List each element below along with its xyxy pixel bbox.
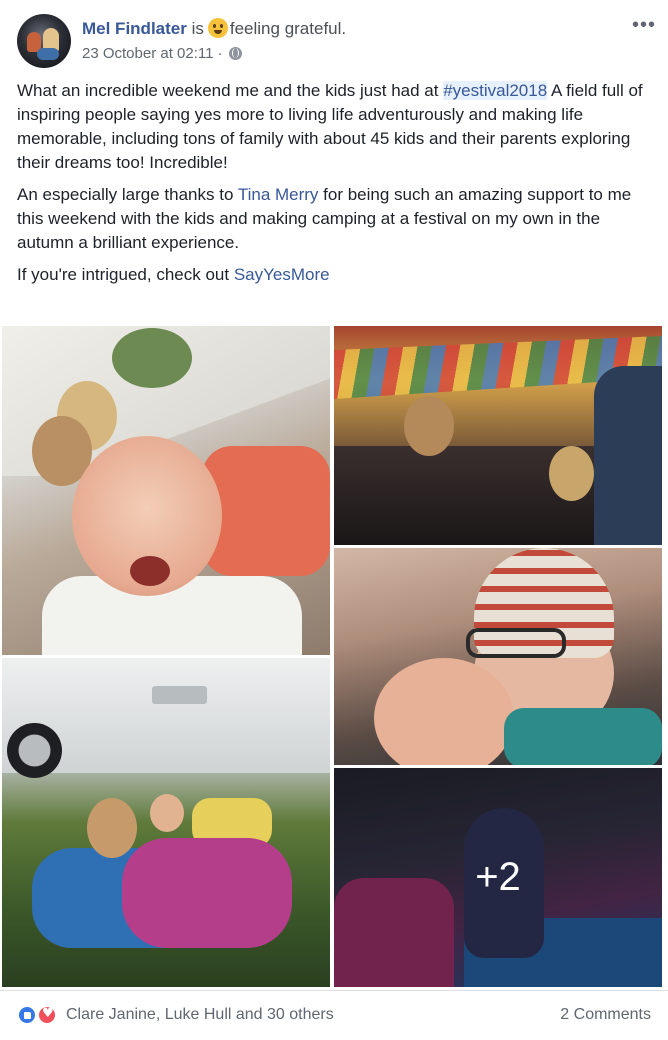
post-paragraph: If you're intrigued, check out SayYesMor… — [17, 263, 657, 287]
hashtag-link[interactable]: #yestival2018 — [443, 81, 548, 100]
avatar-figure — [37, 48, 59, 60]
photo-selfie-with-baby[interactable] — [334, 548, 662, 765]
child-shape — [150, 794, 184, 832]
grateful-emoji-icon — [207, 18, 228, 38]
post-paragraph: What an incredible weekend me and the ki… — [17, 79, 657, 175]
wheel-shape — [7, 723, 62, 778]
author-avatar[interactable] — [17, 14, 71, 68]
child-shape — [404, 396, 454, 456]
post-text: What an incredible weekend me and the ki… — [17, 79, 657, 295]
post-timestamp[interactable]: 23 October at 02:11 · — [82, 45, 223, 62]
photo-festival-tent[interactable] — [334, 326, 662, 545]
author-name[interactable]: Mel Findlater — [82, 19, 187, 38]
like-icon — [17, 1005, 37, 1025]
post-paragraph: An especially large thanks to Tina Merry… — [17, 183, 657, 255]
tree-shape — [112, 328, 192, 388]
photo-baby-smiling[interactable] — [2, 326, 330, 655]
post-meta: 23 October at 02:11 · — [82, 44, 242, 64]
facebook-post: Mel Findlater is feeling grateful. 23 Oct… — [0, 0, 668, 1040]
comments-count[interactable]: 2 Comments — [560, 1004, 651, 1026]
more-photos-count[interactable]: +2 — [334, 768, 662, 987]
text-segment: What an incredible weekend me and the ki… — [17, 81, 444, 100]
post-footer: Clare Janine, Luke Hull and 30 others 2 … — [0, 990, 668, 1040]
is-text: is — [191, 19, 204, 38]
sleeping-bag-shape — [122, 838, 292, 948]
reaction-names[interactable]: Clare Janine, Luke Hull and 30 others — [66, 1004, 334, 1026]
globe-icon — [228, 47, 242, 60]
text-segment: An especially large thanks to — [17, 185, 238, 204]
photo-grid: +2 — [0, 324, 668, 988]
author-line: Mel Findlater is feeling grateful. — [82, 18, 346, 40]
love-icon — [37, 1005, 57, 1025]
feeling-text: feeling grateful. — [229, 19, 347, 38]
page-link[interactable]: SayYesMore — [234, 265, 330, 284]
glasses-shape — [466, 628, 566, 658]
text-segment: If you're intrigued, check out — [17, 265, 234, 284]
jacket-shape — [594, 366, 662, 545]
van-window-shape — [152, 686, 207, 704]
post-header: Mel Findlater is feeling grateful. 23 Oct… — [0, 0, 668, 72]
more-options-button[interactable]: ••• — [632, 14, 656, 37]
photo-kids-camping[interactable] — [2, 658, 330, 987]
mention-link[interactable]: Tina Merry — [238, 185, 319, 204]
reaction-icons[interactable] — [17, 1005, 61, 1025]
child-shape — [87, 798, 137, 858]
scarf-shape — [504, 708, 662, 765]
baby-mouth-shape — [130, 556, 170, 586]
photo-more-overlay[interactable]: +2 — [334, 768, 662, 987]
child-shape — [549, 446, 594, 501]
